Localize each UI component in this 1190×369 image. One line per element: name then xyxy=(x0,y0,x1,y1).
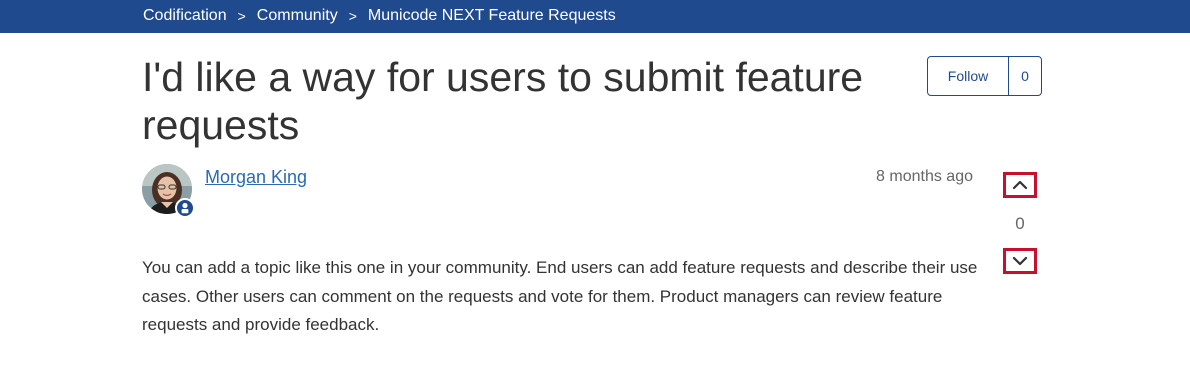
breadcrumb-separator: > xyxy=(348,8,357,24)
chevron-up-icon xyxy=(1012,180,1028,190)
user-badge-icon xyxy=(175,198,195,218)
breadcrumb-feature-requests[interactable]: Municode NEXT Feature Requests xyxy=(368,7,616,25)
follow-button[interactable]: Follow 0 xyxy=(927,56,1042,96)
breadcrumb-codification[interactable]: Codification xyxy=(143,7,227,25)
author-link[interactable]: Morgan King xyxy=(205,166,307,188)
follow-label[interactable]: Follow xyxy=(928,57,1008,95)
top-nav-bar: Codification > Community > Municode NEXT… xyxy=(0,0,1190,33)
post-timestamp: 8 months ago xyxy=(876,168,973,185)
breadcrumb-separator: > xyxy=(237,8,246,24)
downvote-button[interactable] xyxy=(1003,248,1037,274)
chevron-down-icon xyxy=(1012,256,1028,266)
topic-body: You can add a topic like this one in you… xyxy=(142,258,978,334)
breadcrumb: Codification > Community > Municode NEXT… xyxy=(143,7,616,25)
avatar[interactable] xyxy=(142,164,195,218)
breadcrumb-community[interactable]: Community xyxy=(257,7,338,25)
page-title: I'd like a way for users to submit featu… xyxy=(142,54,864,148)
upvote-button[interactable] xyxy=(1003,172,1037,198)
follower-count: 0 xyxy=(1008,57,1041,95)
vote-count: 0 xyxy=(1015,214,1025,233)
